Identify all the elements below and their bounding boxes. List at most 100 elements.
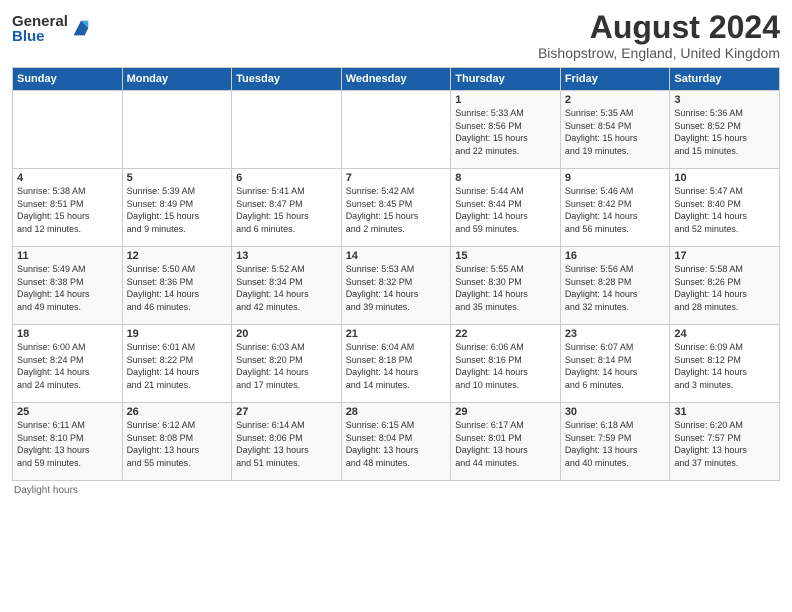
calendar-cell: 27Sunrise: 6:14 AM Sunset: 8:06 PM Dayli… <box>232 403 342 481</box>
cell-content: Sunrise: 5:50 AM Sunset: 8:36 PM Dayligh… <box>127 263 228 313</box>
week-row-4: 18Sunrise: 6:00 AM Sunset: 8:24 PM Dayli… <box>13 325 780 403</box>
day-header-wednesday: Wednesday <box>341 68 451 91</box>
title-block: August 2024 Bishopstrow, England, United… <box>538 10 780 61</box>
calendar-cell <box>232 91 342 169</box>
cell-content: Sunrise: 6:01 AM Sunset: 8:22 PM Dayligh… <box>127 341 228 391</box>
calendar-cell <box>13 91 123 169</box>
day-header-saturday: Saturday <box>670 68 780 91</box>
footer-text: Daylight hours <box>12 485 780 496</box>
day-number: 22 <box>455 328 556 340</box>
calendar-cell: 21Sunrise: 6:04 AM Sunset: 8:18 PM Dayli… <box>341 325 451 403</box>
calendar-cell <box>122 91 232 169</box>
header-row: SundayMondayTuesdayWednesdayThursdayFrid… <box>13 68 780 91</box>
day-number: 19 <box>127 328 228 340</box>
cell-content: Sunrise: 5:56 AM Sunset: 8:28 PM Dayligh… <box>565 263 666 313</box>
cell-content: Sunrise: 5:39 AM Sunset: 8:49 PM Dayligh… <box>127 185 228 235</box>
cell-content: Sunrise: 6:06 AM Sunset: 8:16 PM Dayligh… <box>455 341 556 391</box>
cell-content: Sunrise: 6:20 AM Sunset: 7:57 PM Dayligh… <box>674 419 775 469</box>
cell-content: Sunrise: 6:11 AM Sunset: 8:10 PM Dayligh… <box>17 419 118 469</box>
calendar-cell: 11Sunrise: 5:49 AM Sunset: 8:38 PM Dayli… <box>13 247 123 325</box>
day-header-monday: Monday <box>122 68 232 91</box>
day-number: 1 <box>455 94 556 106</box>
cell-content: Sunrise: 5:58 AM Sunset: 8:26 PM Dayligh… <box>674 263 775 313</box>
calendar-cell: 14Sunrise: 5:53 AM Sunset: 8:32 PM Dayli… <box>341 247 451 325</box>
week-row-1: 1Sunrise: 5:33 AM Sunset: 8:56 PM Daylig… <box>13 91 780 169</box>
day-number: 30 <box>565 406 666 418</box>
cell-content: Sunrise: 6:00 AM Sunset: 8:24 PM Dayligh… <box>17 341 118 391</box>
day-number: 26 <box>127 406 228 418</box>
calendar-cell: 15Sunrise: 5:55 AM Sunset: 8:30 PM Dayli… <box>451 247 561 325</box>
month-year-title: August 2024 <box>538 10 780 45</box>
day-number: 12 <box>127 250 228 262</box>
cell-content: Sunrise: 5:35 AM Sunset: 8:54 PM Dayligh… <box>565 107 666 157</box>
day-number: 31 <box>674 406 775 418</box>
calendar-cell: 6Sunrise: 5:41 AM Sunset: 8:47 PM Daylig… <box>232 169 342 247</box>
cell-content: Sunrise: 6:03 AM Sunset: 8:20 PM Dayligh… <box>236 341 337 391</box>
calendar-cell: 26Sunrise: 6:12 AM Sunset: 8:08 PM Dayli… <box>122 403 232 481</box>
calendar-cell: 22Sunrise: 6:06 AM Sunset: 8:16 PM Dayli… <box>451 325 561 403</box>
day-number: 15 <box>455 250 556 262</box>
calendar-cell: 29Sunrise: 6:17 AM Sunset: 8:01 PM Dayli… <box>451 403 561 481</box>
cell-content: Sunrise: 5:41 AM Sunset: 8:47 PM Dayligh… <box>236 185 337 235</box>
week-row-2: 4Sunrise: 5:38 AM Sunset: 8:51 PM Daylig… <box>13 169 780 247</box>
day-number: 14 <box>346 250 447 262</box>
cell-content: Sunrise: 5:49 AM Sunset: 8:38 PM Dayligh… <box>17 263 118 313</box>
cell-content: Sunrise: 6:07 AM Sunset: 8:14 PM Dayligh… <box>565 341 666 391</box>
calendar-cell: 23Sunrise: 6:07 AM Sunset: 8:14 PM Dayli… <box>560 325 670 403</box>
cell-content: Sunrise: 5:33 AM Sunset: 8:56 PM Dayligh… <box>455 107 556 157</box>
calendar-cell: 4Sunrise: 5:38 AM Sunset: 8:51 PM Daylig… <box>13 169 123 247</box>
calendar-cell: 13Sunrise: 5:52 AM Sunset: 8:34 PM Dayli… <box>232 247 342 325</box>
calendar-cell: 7Sunrise: 5:42 AM Sunset: 8:45 PM Daylig… <box>341 169 451 247</box>
cell-content: Sunrise: 5:55 AM Sunset: 8:30 PM Dayligh… <box>455 263 556 313</box>
calendar-cell: 18Sunrise: 6:00 AM Sunset: 8:24 PM Dayli… <box>13 325 123 403</box>
cell-content: Sunrise: 5:44 AM Sunset: 8:44 PM Dayligh… <box>455 185 556 235</box>
calendar-cell <box>341 91 451 169</box>
calendar-cell: 8Sunrise: 5:44 AM Sunset: 8:44 PM Daylig… <box>451 169 561 247</box>
cell-content: Sunrise: 5:38 AM Sunset: 8:51 PM Dayligh… <box>17 185 118 235</box>
calendar-cell: 16Sunrise: 5:56 AM Sunset: 8:28 PM Dayli… <box>560 247 670 325</box>
cell-content: Sunrise: 6:18 AM Sunset: 7:59 PM Dayligh… <box>565 419 666 469</box>
calendar-cell: 24Sunrise: 6:09 AM Sunset: 8:12 PM Dayli… <box>670 325 780 403</box>
cell-content: Sunrise: 6:12 AM Sunset: 8:08 PM Dayligh… <box>127 419 228 469</box>
cell-content: Sunrise: 5:47 AM Sunset: 8:40 PM Dayligh… <box>674 185 775 235</box>
calendar-cell: 31Sunrise: 6:20 AM Sunset: 7:57 PM Dayli… <box>670 403 780 481</box>
day-number: 23 <box>565 328 666 340</box>
calendar-cell: 2Sunrise: 5:35 AM Sunset: 8:54 PM Daylig… <box>560 91 670 169</box>
calendar-table: SundayMondayTuesdayWednesdayThursdayFrid… <box>12 67 780 481</box>
calendar-cell: 3Sunrise: 5:36 AM Sunset: 8:52 PM Daylig… <box>670 91 780 169</box>
day-number: 3 <box>674 94 775 106</box>
day-number: 27 <box>236 406 337 418</box>
cell-content: Sunrise: 6:14 AM Sunset: 8:06 PM Dayligh… <box>236 419 337 469</box>
calendar-cell: 30Sunrise: 6:18 AM Sunset: 7:59 PM Dayli… <box>560 403 670 481</box>
header: General Blue August 2024 Bishopstrow, En… <box>12 10 780 61</box>
day-number: 7 <box>346 172 447 184</box>
week-row-3: 11Sunrise: 5:49 AM Sunset: 8:38 PM Dayli… <box>13 247 780 325</box>
day-number: 17 <box>674 250 775 262</box>
day-number: 29 <box>455 406 556 418</box>
day-number: 18 <box>17 328 118 340</box>
day-number: 5 <box>127 172 228 184</box>
logo: General Blue <box>12 14 92 44</box>
logo-general: General <box>12 14 68 29</box>
day-number: 24 <box>674 328 775 340</box>
cell-content: Sunrise: 5:52 AM Sunset: 8:34 PM Dayligh… <box>236 263 337 313</box>
day-number: 13 <box>236 250 337 262</box>
calendar-cell: 17Sunrise: 5:58 AM Sunset: 8:26 PM Dayli… <box>670 247 780 325</box>
calendar-cell: 10Sunrise: 5:47 AM Sunset: 8:40 PM Dayli… <box>670 169 780 247</box>
day-number: 10 <box>674 172 775 184</box>
day-number: 4 <box>17 172 118 184</box>
calendar-cell: 9Sunrise: 5:46 AM Sunset: 8:42 PM Daylig… <box>560 169 670 247</box>
main-container: General Blue August 2024 Bishopstrow, En… <box>0 0 792 502</box>
day-number: 20 <box>236 328 337 340</box>
day-number: 8 <box>455 172 556 184</box>
day-number: 21 <box>346 328 447 340</box>
week-row-5: 25Sunrise: 6:11 AM Sunset: 8:10 PM Dayli… <box>13 403 780 481</box>
calendar-cell: 28Sunrise: 6:15 AM Sunset: 8:04 PM Dayli… <box>341 403 451 481</box>
day-number: 25 <box>17 406 118 418</box>
day-number: 2 <box>565 94 666 106</box>
cell-content: Sunrise: 5:53 AM Sunset: 8:32 PM Dayligh… <box>346 263 447 313</box>
day-header-thursday: Thursday <box>451 68 561 91</box>
cell-content: Sunrise: 6:04 AM Sunset: 8:18 PM Dayligh… <box>346 341 447 391</box>
day-number: 28 <box>346 406 447 418</box>
day-header-friday: Friday <box>560 68 670 91</box>
